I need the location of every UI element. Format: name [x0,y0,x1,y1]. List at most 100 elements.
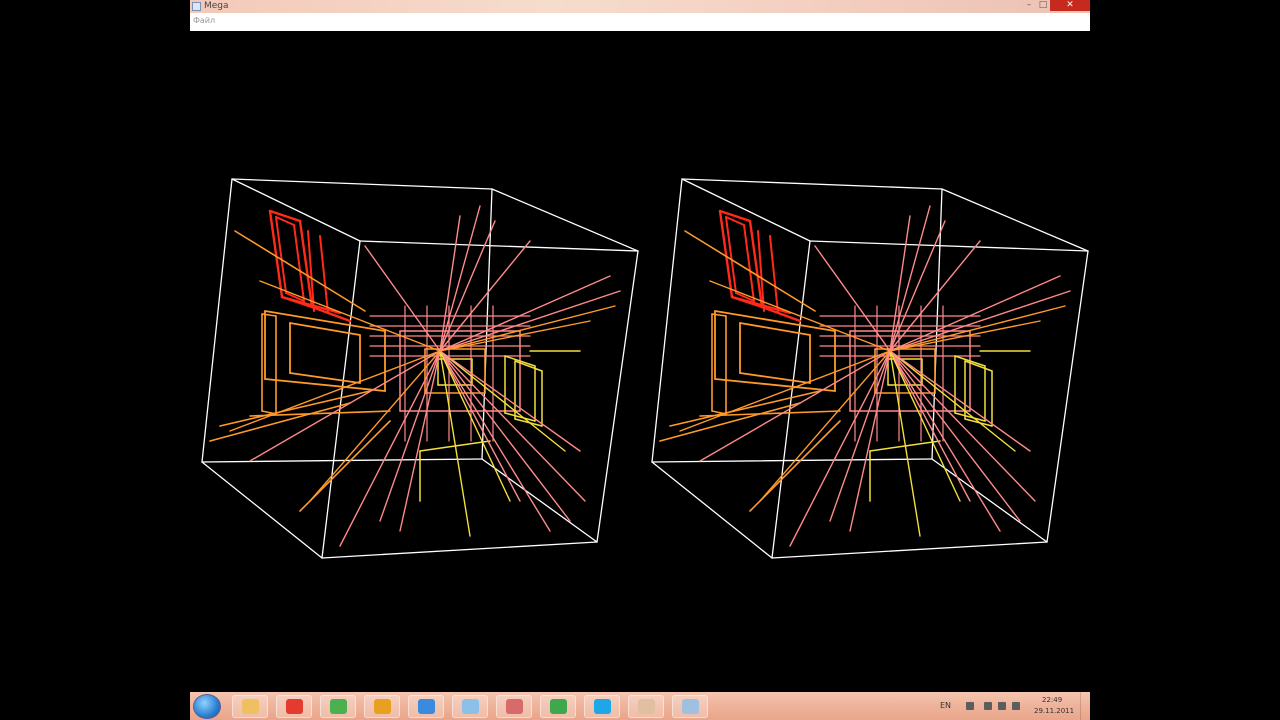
orange-line [209,402,351,442]
tool-icon[interactable] [496,695,532,718]
ray-line [849,350,891,532]
orange-box [289,372,361,384]
orange-line [669,390,821,427]
tool-icon-glyph [506,699,523,714]
ray-line [889,350,961,502]
shield-icon-glyph [682,699,699,714]
cube-edge [201,458,483,463]
ray-line [439,350,551,532]
calculator-icon[interactable] [408,695,444,718]
media-player-icon-glyph [374,699,391,714]
clock-date[interactable]: 29.11.2011 [1034,707,1074,715]
windows-explorer-icon[interactable] [232,695,268,718]
cube-edge [651,178,683,463]
cube-edge [321,541,598,559]
cube-edge [491,188,639,252]
title-bar[interactable]: Mega – □ ✕ [190,0,1090,13]
utorrent-icon-glyph [330,699,347,714]
ray-line [889,350,1016,452]
cube-edge [596,250,639,543]
ray-line [439,350,511,502]
chrome-icon-glyph [286,699,303,714]
cube-edge [941,188,1089,252]
taskbar: EN 22:49 29.11.2011 [190,692,1090,720]
ray-line [439,205,481,352]
windows-explorer-icon-glyph [242,699,259,714]
tray-flag-icon[interactable] [984,702,992,710]
shield-icon[interactable] [672,695,708,718]
language-indicator[interactable]: EN [940,701,951,710]
cube-edge [201,178,233,463]
show-desktop-button[interactable] [1080,692,1091,720]
red-frame [718,209,752,223]
media-player-icon[interactable] [364,695,400,718]
ray-line [439,350,586,502]
skype-icon[interactable] [584,695,620,718]
ray-line [364,245,441,352]
clock-time[interactable]: 22:49 [1042,696,1062,704]
cube-edge [651,461,773,559]
user-icon[interactable] [628,695,664,718]
menu-item-file[interactable]: Файл [193,16,215,25]
ray-line [379,350,441,522]
cube-edge [359,240,639,252]
ray-line [889,350,1001,532]
ray-line [829,350,891,522]
red-post [769,235,779,314]
paint-icon-glyph [462,699,479,714]
tray-network-icon[interactable] [998,702,1006,710]
window-title: Mega [204,1,229,11]
windows-start-icon[interactable] [193,694,221,719]
ray-line [889,290,1071,352]
calculator-icon-glyph [418,699,435,714]
red-post [319,235,329,314]
cube-edge [681,178,811,242]
ray-line [889,205,931,352]
tray-volume-icon[interactable] [1012,702,1020,710]
cube-edge [231,178,493,190]
cube-edge [481,458,598,543]
cube-edge [201,461,323,559]
utility-icon[interactable] [540,695,576,718]
utorrent-icon[interactable] [320,695,356,718]
ray-line [399,350,441,532]
cube-edge [809,240,1089,252]
cube-edge [681,178,943,190]
orange-line [219,390,371,427]
maximize-button[interactable]: □ [1036,0,1050,11]
ray-line [889,350,1031,452]
3d-viewport[interactable] [190,31,1090,692]
ray-line [439,350,581,452]
cube-edge [931,458,1048,543]
orange-box [739,372,811,384]
utility-icon-glyph [550,699,567,714]
orange-box [714,310,836,332]
ray-line [889,350,1036,502]
cube-edge [771,541,1048,559]
cube-edge [481,188,493,460]
yellow-box [514,360,543,372]
user-icon-glyph [638,699,655,714]
close-button[interactable]: ✕ [1050,0,1090,11]
chrome-icon[interactable] [276,695,312,718]
cube-edge [1046,250,1089,543]
yellow-box [964,360,993,372]
ray-line [814,245,891,352]
skype-icon-glyph [594,699,611,714]
cube-edge [231,178,361,242]
red-frame [268,209,302,223]
wireframe-scene[interactable] [190,31,1090,692]
ray-line [439,290,621,352]
cube-edge [931,188,943,460]
orange-box [264,378,386,392]
minimize-button[interactable]: – [1022,0,1036,11]
paint-icon[interactable] [452,695,488,718]
cube-edge [651,458,933,463]
app-icon [192,2,201,11]
orange-line [659,402,801,442]
orange-box [264,310,386,332]
system-tray: EN 22:49 29.11.2011 [930,692,1090,720]
app-window: Mega – □ ✕ Файл [190,0,1090,692]
ray-line [439,350,566,452]
tray-arrow-icon[interactable] [966,702,974,710]
